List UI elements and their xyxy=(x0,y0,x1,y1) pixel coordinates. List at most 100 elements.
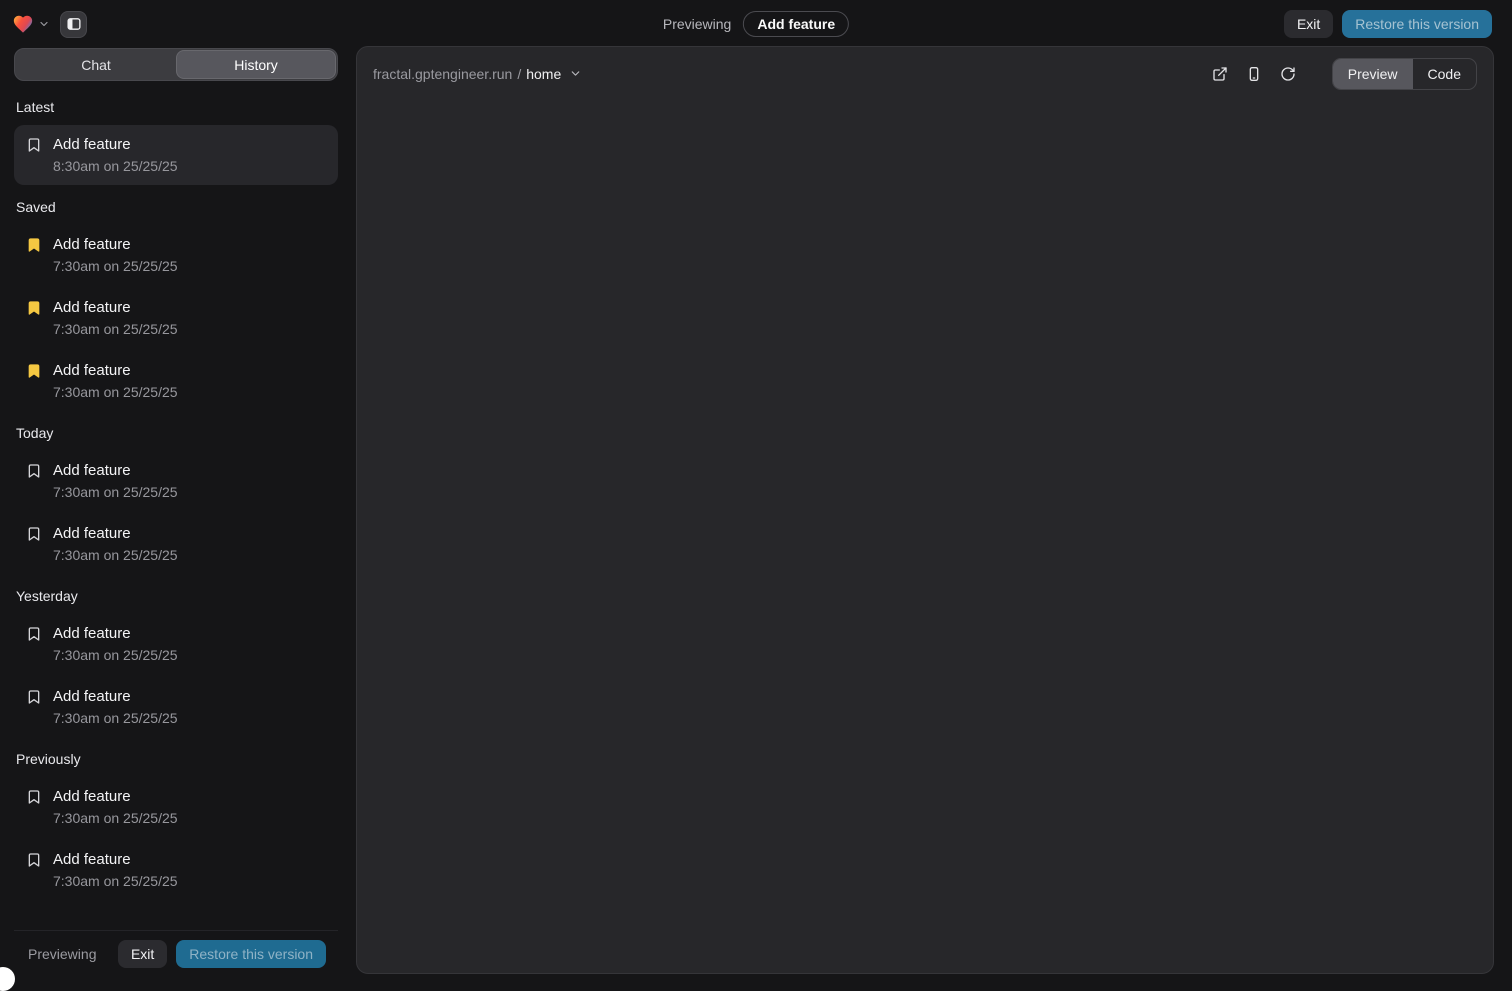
history-section: Previously Add feature 7:30am on 25/25/2… xyxy=(14,751,338,900)
history-item[interactable]: Add feature 7:30am on 25/25/25 xyxy=(14,351,338,411)
history-item[interactable]: Add feature 7:30am on 25/25/25 xyxy=(14,777,338,837)
bookmark-icon xyxy=(26,626,42,642)
bookmark-icon xyxy=(26,789,42,805)
history-item-timestamp: 7:30am on 25/25/25 xyxy=(53,871,178,891)
history-item-title: Add feature xyxy=(53,460,178,482)
history-item-title: Add feature xyxy=(53,623,178,645)
history-item-title: Add feature xyxy=(53,849,178,871)
refresh-icon xyxy=(1280,66,1296,82)
exit-button[interactable]: Exit xyxy=(1284,10,1333,38)
history-item-text: Add feature 7:30am on 25/25/25 xyxy=(53,360,178,402)
history-item[interactable]: Add feature 8:30am on 25/25/25 xyxy=(14,125,338,185)
history-section: Yesterday Add feature 7:30am on 25/25/25… xyxy=(14,588,338,737)
history-item[interactable]: Add feature 7:30am on 25/25/25 xyxy=(14,451,338,511)
history-list: Latest Add feature 8:30am on 25/25/25 Sa… xyxy=(14,99,338,930)
bookmark-icon xyxy=(26,852,42,868)
open-in-new-tab-button[interactable] xyxy=(1212,66,1228,82)
history-section-title: Latest xyxy=(16,99,336,115)
history-item-timestamp: 7:30am on 25/25/25 xyxy=(53,382,178,402)
restore-version-button[interactable]: Restore this version xyxy=(1342,10,1492,38)
history-section-title: Yesterday xyxy=(16,588,336,604)
history-item-title: Add feature xyxy=(53,234,178,256)
bookmark-icon xyxy=(26,237,42,253)
history-section-items: Add feature 7:30am on 25/25/25 Add featu… xyxy=(14,225,338,411)
history-item-timestamp: 7:30am on 25/25/25 xyxy=(53,256,178,276)
preview-frame: fractal.gptengineer.run / home Preview C… xyxy=(356,46,1494,974)
history-item[interactable]: Add feature 7:30am on 25/25/25 xyxy=(14,514,338,574)
bookmark-icon xyxy=(26,137,42,153)
history-item-text: Add feature 7:30am on 25/25/25 xyxy=(53,523,178,565)
top-bar-right: Exit Restore this version xyxy=(1284,10,1492,38)
footer-exit-button[interactable]: Exit xyxy=(118,940,167,968)
history-item-timestamp: 7:30am on 25/25/25 xyxy=(53,808,178,828)
bookmark-icon xyxy=(26,689,42,705)
history-item-text: Add feature 8:30am on 25/25/25 xyxy=(53,134,178,176)
bottom-left-corner-artifact xyxy=(0,967,15,991)
tab-history[interactable]: History xyxy=(176,50,336,79)
history-item-text: Add feature 7:30am on 25/25/25 xyxy=(53,786,178,828)
history-item[interactable]: Add feature 7:30am on 25/25/25 xyxy=(14,840,338,900)
sidebar-footer: Previewing Exit Restore this version xyxy=(14,930,338,970)
history-item-timestamp: 7:30am on 25/25/25 xyxy=(53,645,178,665)
sidebar-tab-switcher: Chat History xyxy=(14,48,338,81)
url-host: fractal.gptengineer.run xyxy=(373,66,512,82)
sidebar-panel-icon xyxy=(66,16,82,32)
history-item[interactable]: Add feature 7:30am on 25/25/25 xyxy=(14,614,338,674)
previewing-status-label: Previewing xyxy=(663,16,731,32)
history-section-title: Today xyxy=(16,425,336,441)
preview-code-toggle: Preview Code xyxy=(1332,58,1477,90)
top-bar: Previewing Add feature Exit Restore this… xyxy=(0,0,1512,48)
history-item-text: Add feature 7:30am on 25/25/25 xyxy=(53,297,178,339)
history-item-timestamp: 8:30am on 25/25/25 xyxy=(53,156,178,176)
history-item-timestamp: 7:30am on 25/25/25 xyxy=(53,319,178,339)
top-bar-center: Previewing Add feature xyxy=(663,0,849,48)
url-dropdown[interactable]: fractal.gptengineer.run / home xyxy=(373,66,582,82)
footer-restore-version-button[interactable]: Restore this version xyxy=(176,940,326,968)
history-item[interactable]: Add feature 7:30am on 25/25/25 xyxy=(14,288,338,348)
external-link-icon xyxy=(1212,66,1228,82)
toggle-code[interactable]: Code xyxy=(1413,59,1476,89)
bookmark-icon xyxy=(26,300,42,316)
history-section-items: Add feature 7:30am on 25/25/25 Add featu… xyxy=(14,777,338,900)
history-item-title: Add feature xyxy=(53,786,178,808)
history-item-timestamp: 7:30am on 25/25/25 xyxy=(53,708,178,728)
bookmark-icon xyxy=(26,463,42,479)
refresh-button[interactable] xyxy=(1280,66,1296,82)
history-item-timestamp: 7:30am on 25/25/25 xyxy=(53,545,178,565)
history-section: Latest Add feature 8:30am on 25/25/25 xyxy=(14,99,338,185)
history-item-text: Add feature 7:30am on 25/25/25 xyxy=(53,234,178,276)
history-item-text: Add feature 7:30am on 25/25/25 xyxy=(53,623,178,665)
mobile-view-button[interactable] xyxy=(1246,66,1262,82)
tab-chat[interactable]: Chat xyxy=(16,50,176,79)
history-item-text: Add feature 7:30am on 25/25/25 xyxy=(53,460,178,502)
history-section-title: Previously xyxy=(16,751,336,767)
toggle-sidebar-button[interactable] xyxy=(60,11,87,38)
history-section-items: Add feature 7:30am on 25/25/25 Add featu… xyxy=(14,614,338,737)
workspace-chevron-down-icon[interactable] xyxy=(38,18,50,30)
preview-viewport xyxy=(357,100,1493,973)
history-sidebar: Chat History Latest Add feature 8:30am o… xyxy=(14,48,338,970)
toggle-preview[interactable]: Preview xyxy=(1333,59,1413,89)
history-item[interactable]: Add feature 7:30am on 25/25/25 xyxy=(14,677,338,737)
history-section-items: Add feature 8:30am on 25/25/25 xyxy=(14,125,338,185)
history-item-title: Add feature xyxy=(53,360,178,382)
history-item-text: Add feature 7:30am on 25/25/25 xyxy=(53,686,178,728)
url-page: home xyxy=(526,66,561,82)
history-section-items: Add feature 7:30am on 25/25/25 Add featu… xyxy=(14,451,338,574)
bookmark-icon xyxy=(26,526,42,542)
history-item-title: Add feature xyxy=(53,297,178,319)
smartphone-icon xyxy=(1246,66,1262,82)
lovable-heart-logo-icon xyxy=(12,13,34,35)
history-section-title: Saved xyxy=(16,199,336,215)
history-item-title: Add feature xyxy=(53,686,178,708)
url-chevron-down-icon xyxy=(569,67,582,80)
top-bar-left xyxy=(12,11,87,38)
url-separator: / xyxy=(517,66,521,82)
history-item-title: Add feature xyxy=(53,134,178,156)
history-item[interactable]: Add feature 7:30am on 25/25/25 xyxy=(14,225,338,285)
history-section: Today Add feature 7:30am on 25/25/25 Add… xyxy=(14,425,338,574)
history-section: Saved Add feature 7:30am on 25/25/25 Add… xyxy=(14,199,338,411)
history-item-text: Add feature 7:30am on 25/25/25 xyxy=(53,849,178,891)
preview-actions: Preview Code xyxy=(1212,58,1477,90)
history-item-title: Add feature xyxy=(53,523,178,545)
